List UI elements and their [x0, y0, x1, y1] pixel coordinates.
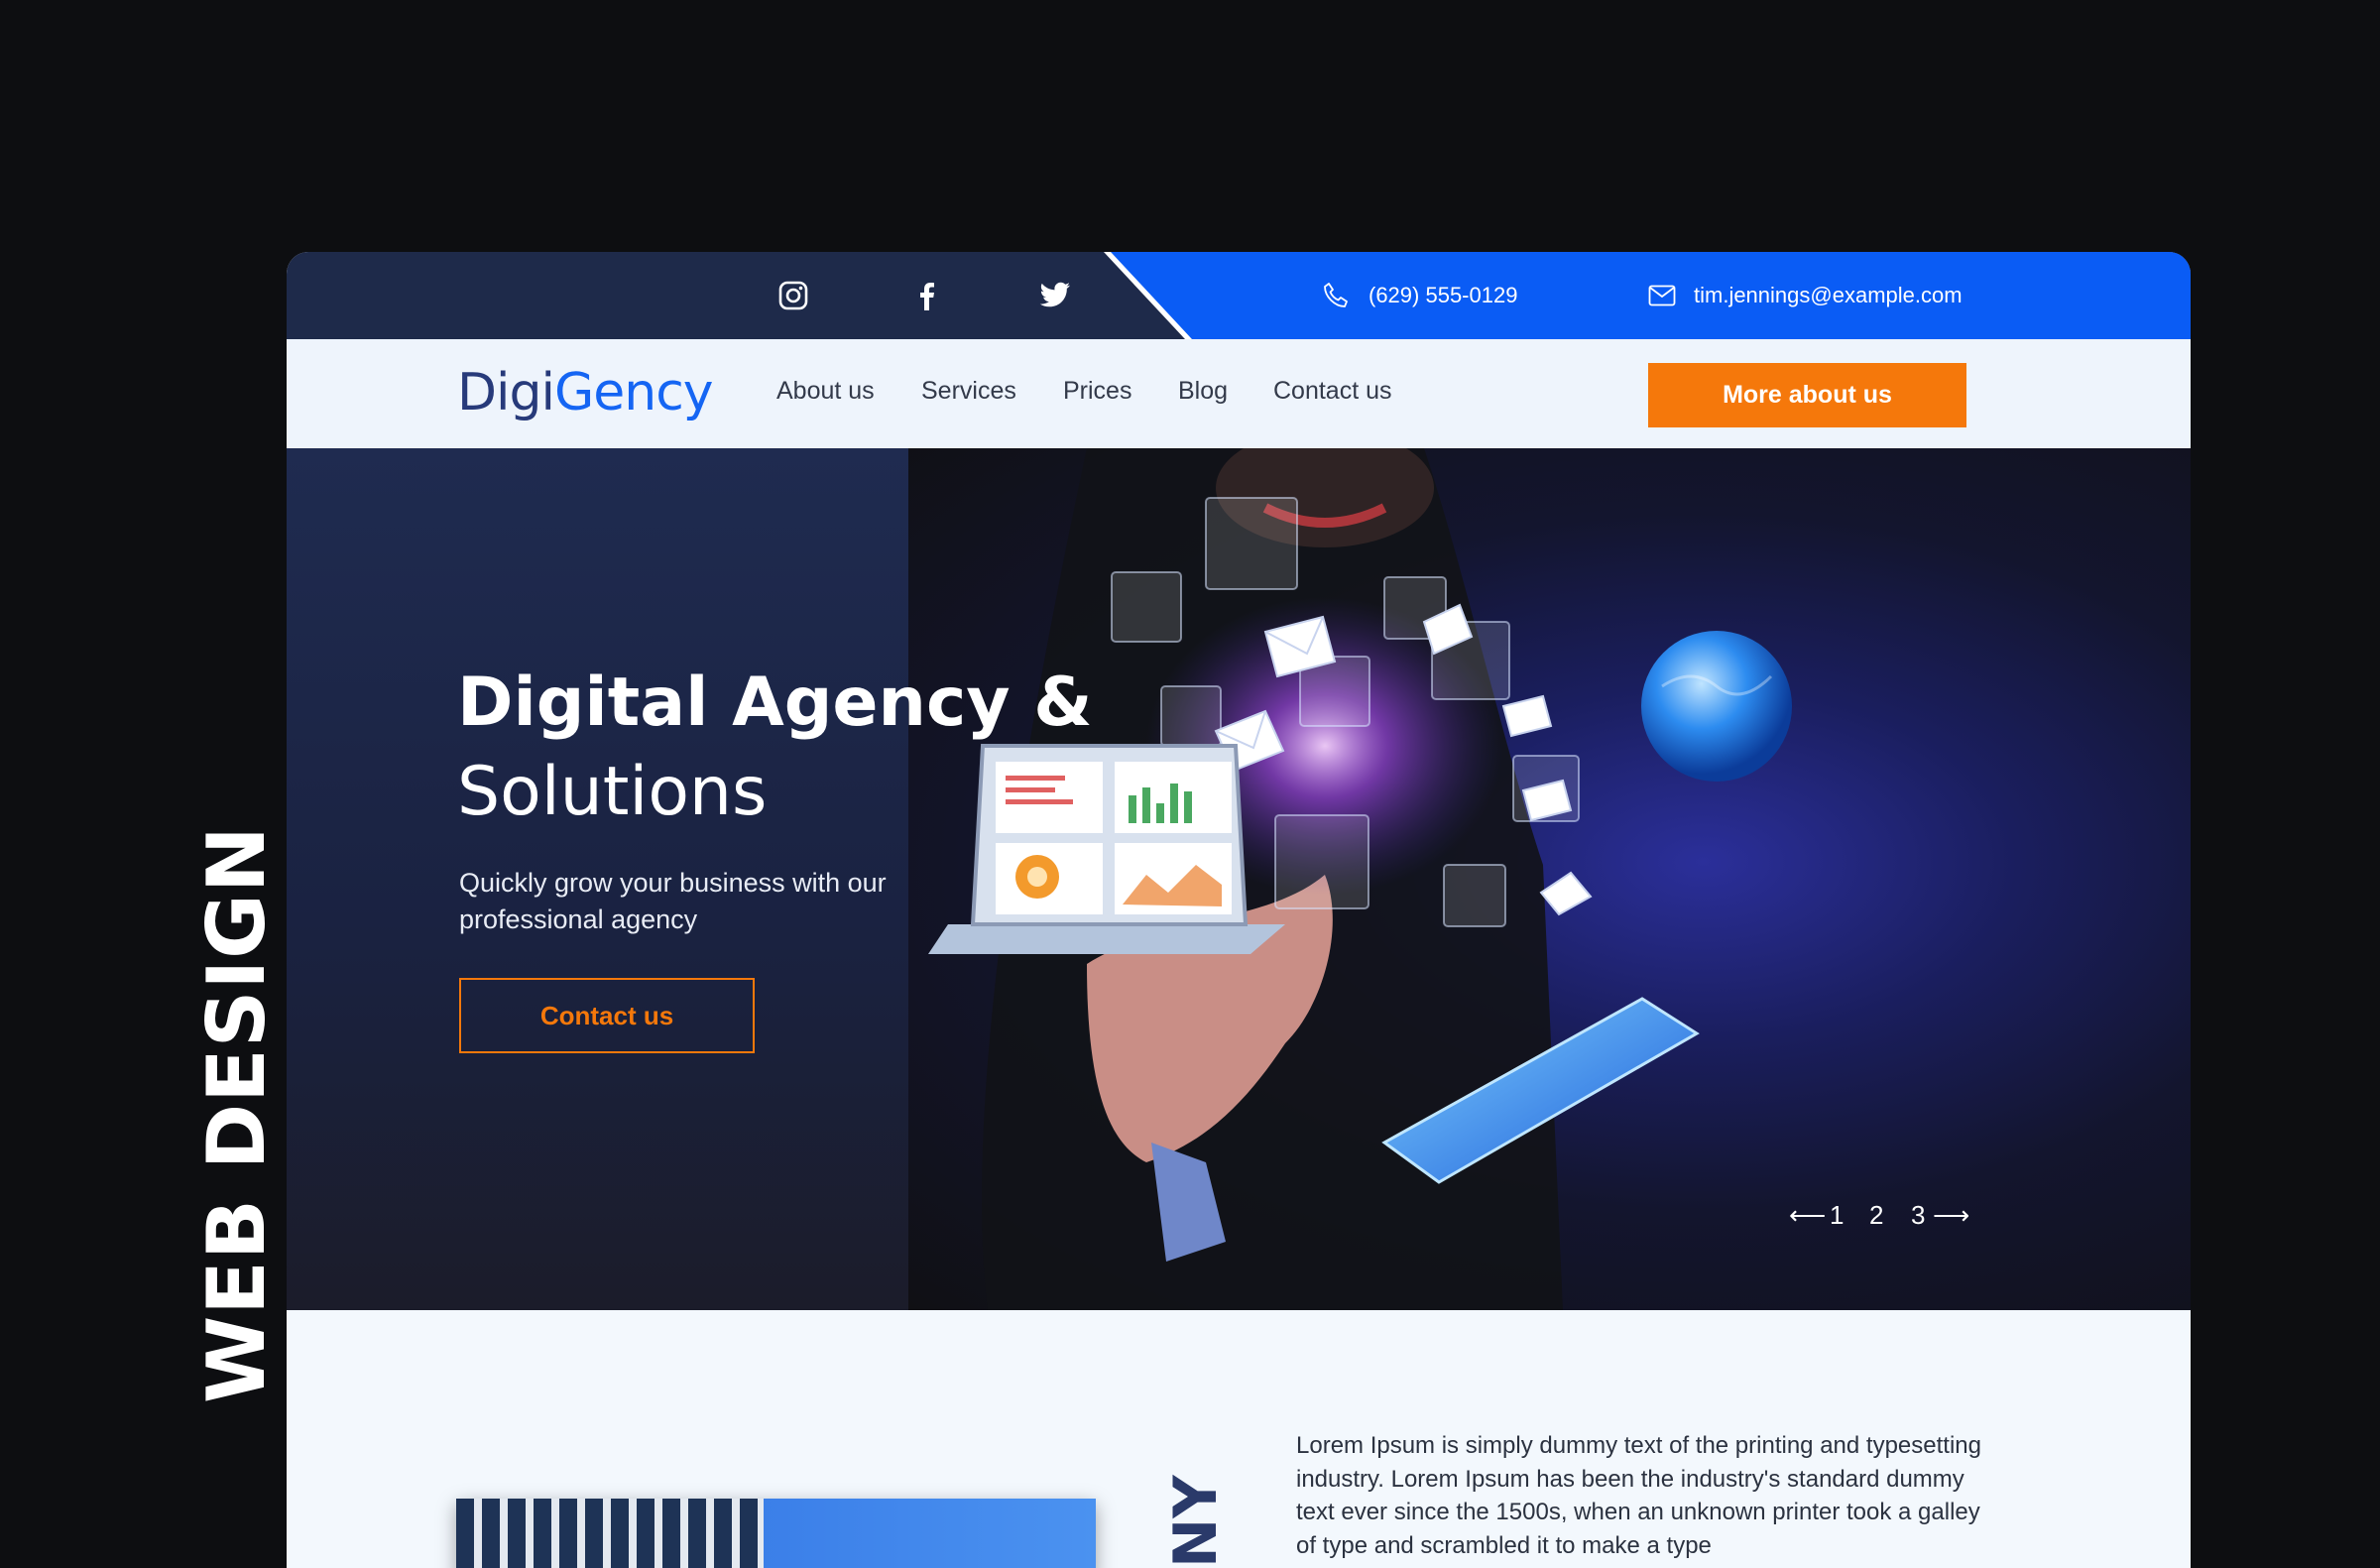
slider-prev-arrow[interactable]: ⟵ [1789, 1200, 1826, 1231]
slider-next-arrow[interactable]: ⟶ [1933, 1200, 1969, 1231]
building-photo [456, 1499, 1096, 1568]
slider-page-1[interactable]: 1 [1830, 1200, 1844, 1231]
digital-tech-illustration [928, 448, 1792, 1310]
hero-subtitle: Quickly grow your business with our prof… [459, 868, 887, 934]
website-mockup: (629) 555-0129 tim.jennings@example.com … [287, 252, 2191, 1568]
about-paragraph: Lorem Ipsum is simply dummy text of the … [1296, 1432, 1981, 1559]
twitter-icon[interactable] [1037, 278, 1073, 313]
email-address: tim.jennings@example.com [1694, 283, 1963, 307]
mail-icon [1648, 285, 1676, 306]
phone-number: (629) 555-0129 [1368, 283, 1518, 307]
facebook-icon[interactable] [908, 278, 944, 313]
hero-title-line-2: Solutions [457, 753, 768, 831]
logo[interactable]: DigiGency [457, 363, 714, 422]
nav-about-us[interactable]: About us [776, 377, 875, 406]
email-contact[interactable]: tim.jennings@example.com [1648, 276, 1963, 315]
hero-image [908, 448, 2191, 1310]
hero-title: Digital Agency & Solutions [457, 659, 1093, 837]
side-label: WEB DESIGN [190, 825, 283, 1403]
phone-contact[interactable]: (629) 555-0129 [1321, 276, 1517, 315]
nav-contact-us[interactable]: Contact us [1273, 377, 1392, 406]
about-section: NY Lorem Ipsum is simply dummy text of t… [287, 1310, 2191, 1568]
logo-part-1: Digi [457, 363, 555, 422]
logo-part-2: Gency [553, 363, 714, 422]
hero-title-line-1: Digital Agency & [457, 663, 1093, 742]
more-about-us-button[interactable]: More about us [1648, 363, 1966, 427]
nav-blog[interactable]: Blog [1178, 377, 1228, 406]
phone-icon [1324, 283, 1348, 307]
instagram-icon[interactable] [775, 278, 811, 313]
nav-services[interactable]: Services [921, 377, 1016, 406]
contact-us-button[interactable]: Contact us [459, 978, 755, 1053]
slider-page-3[interactable]: 3 [1911, 1200, 1925, 1231]
vertical-heading: NY [1161, 1475, 1231, 1568]
hero-section: Digital Agency & Solutions Quickly grow … [287, 448, 2191, 1310]
nav-prices[interactable]: Prices [1063, 377, 1131, 406]
navigation-bar: DigiGency About us Services Prices Blog … [287, 339, 2191, 448]
slider-page-2[interactable]: 2 [1869, 1200, 1883, 1231]
top-bar: (629) 555-0129 tim.jennings@example.com [287, 252, 2191, 339]
